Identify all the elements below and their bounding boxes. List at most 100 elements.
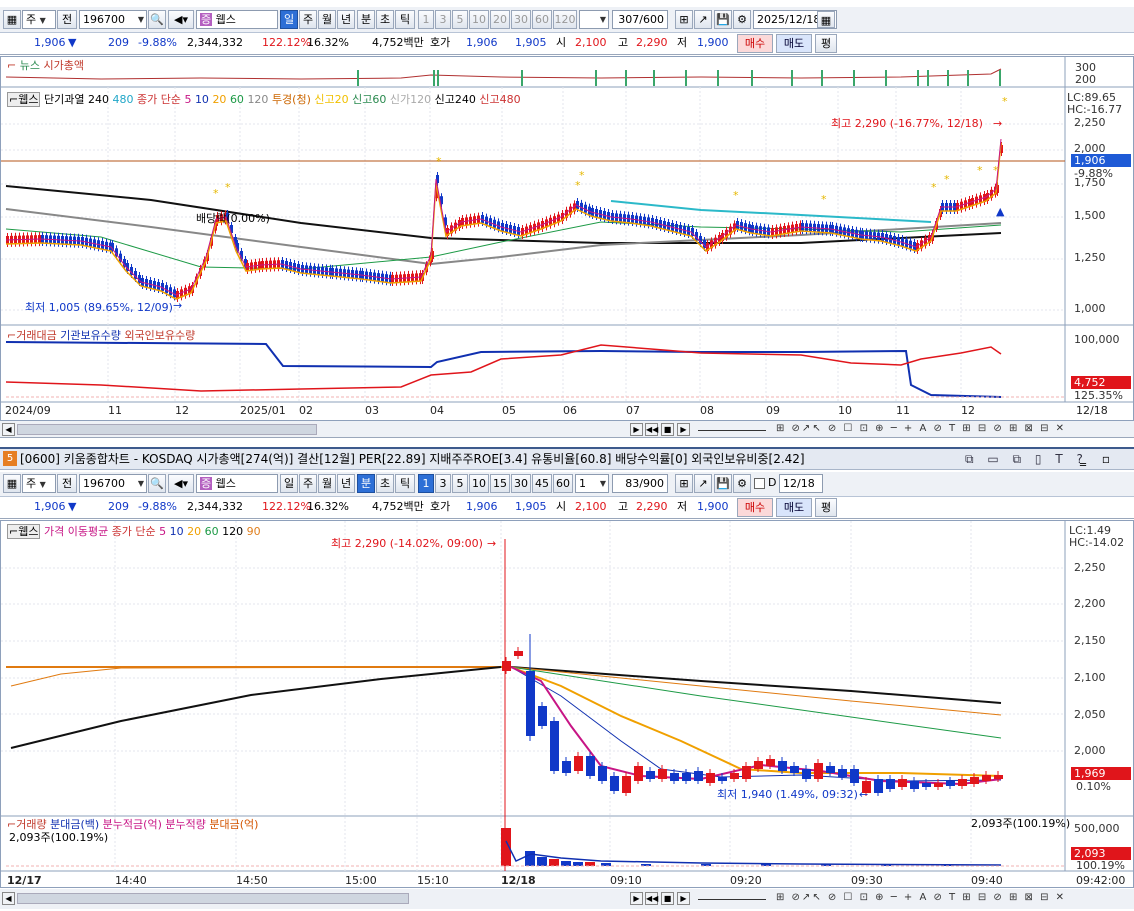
news-bar	[967, 70, 969, 86]
unit-select[interactable]: 1 ▼	[575, 474, 609, 493]
top-scrollbar[interactable]	[17, 424, 317, 435]
bottom-scrollbar[interactable]	[17, 893, 409, 904]
window-controls-icon[interactable]: ⧉ ▭ ⧉ ▯ T ?	[965, 449, 1088, 469]
interval-5-button[interactable]: 5	[452, 474, 468, 493]
gear-icon[interactable]: ⚙	[733, 474, 751, 493]
market-type-select[interactable]: 주 ▼	[22, 474, 56, 493]
down-arrow-icon: ▼	[68, 500, 77, 513]
stock-code-input[interactable]: 196700 ▼	[79, 474, 147, 493]
period-year-button[interactable]: 년	[337, 10, 355, 29]
d-checkbox[interactable]	[754, 478, 765, 489]
x-label: 04	[430, 404, 444, 417]
period-second-button[interactable]: 초	[376, 10, 394, 29]
gear-icon[interactable]: ⚙	[733, 10, 751, 29]
interval-3-button[interactable]: 3	[435, 474, 451, 493]
drawing-tools-icon[interactable]: ⊞ ⊘↗↖ ⊘ ☐ ⊡ ⊕ ─ + A ⊘ T ⊞ ⊟ ⊘ ⊞ ⊠ ⊟ ✕	[776, 892, 1132, 905]
sub-y-tick: 500,000	[1074, 822, 1120, 835]
stock-code-input[interactable]: 196700 ▼	[79, 10, 147, 29]
x-label: 12/17	[7, 874, 42, 887]
trend-icon[interactable]: ↗	[694, 10, 712, 29]
x-label: 11	[896, 404, 910, 417]
stock-name-field[interactable]: 증 웹스	[196, 10, 278, 29]
interval-3-button[interactable]: 3	[435, 10, 451, 29]
x-label: 09	[766, 404, 780, 417]
ma-120-prev	[10, 666, 502, 687]
interval-1-button[interactable]: 1	[418, 10, 434, 29]
y-tick: 2,250	[1074, 116, 1106, 129]
period-minute-button[interactable]: 분	[357, 10, 375, 29]
first-icon[interactable]: ◀◀	[645, 892, 658, 905]
high-label: 고	[618, 36, 629, 49]
drawing-tools-icon[interactable]: ⊞ ⊘↗↖ ⊘ ☐ ⊡ ⊕ ─ + A ⊘ T ⊞ ⊟ ⊘ ⊞ ⊠ ⊟ ✕	[776, 423, 1132, 436]
period-year-button[interactable]: 년	[337, 474, 355, 493]
bars-icon[interactable]: ⊞	[675, 474, 693, 493]
interval-5-button[interactable]: 5	[452, 10, 468, 29]
sell-button[interactable]: 매도	[776, 34, 812, 53]
jeon-button[interactable]: 전	[57, 474, 77, 493]
data-count-field[interactable]: 307/600	[612, 10, 668, 29]
change-rate: -9.88%	[138, 500, 177, 513]
period-day-button[interactable]: 일	[280, 10, 298, 29]
dividend-annotation: 배당락(0.00%)	[196, 212, 270, 225]
speaker-icon[interactable]: ◀▾	[168, 10, 194, 29]
custom-interval-select[interactable]: ▼	[579, 10, 609, 29]
volume-ratio: 122.12%	[262, 36, 311, 49]
sell-button[interactable]: 매도	[776, 498, 812, 517]
interval-45-button[interactable]: 45	[532, 474, 552, 493]
top-chart-area[interactable]: * * * * * * * * * * * * → → ▲ ⌐ 뉴스 시가총액 300 200 ⌐웹스 단기…	[0, 56, 1134, 421]
period-week-button[interactable]: 주	[299, 474, 317, 493]
interval-30-button[interactable]: 30	[511, 474, 531, 493]
search-icon[interactable]: 🔍	[148, 474, 166, 493]
interval-1-button[interactable]: 1	[418, 474, 434, 493]
trend-icon[interactable]: ↗	[694, 474, 712, 493]
calendar-icon[interactable]: ▦	[817, 11, 835, 28]
scroll-right-icon[interactable]: ▶	[630, 423, 643, 436]
save-icon[interactable]: 💾	[714, 10, 732, 29]
stock-name-field[interactable]: 증 웹스	[196, 474, 278, 493]
interval-10-button[interactable]: 10	[469, 10, 489, 29]
jeon-button[interactable]: 전	[57, 10, 77, 29]
buy-button[interactable]: 매수	[737, 34, 773, 53]
period-month-button[interactable]: 월	[318, 474, 336, 493]
eval-button[interactable]: 평	[815, 498, 837, 517]
interval-20-button[interactable]: 20	[490, 10, 510, 29]
period-tick-button[interactable]: 틱	[395, 474, 415, 493]
scroll-left-icon[interactable]: ◀	[2, 423, 15, 436]
buy-button[interactable]: 매수	[737, 498, 773, 517]
period-second-button[interactable]: 초	[376, 474, 394, 493]
interval-30-button[interactable]: 30	[511, 10, 531, 29]
date-field[interactable]: 12/18	[779, 474, 823, 493]
period-minute-button[interactable]: 분	[357, 474, 375, 493]
stop-icon[interactable]: ■	[661, 423, 674, 436]
eval-button[interactable]: 평	[815, 34, 837, 53]
interval-120-button[interactable]: 120	[553, 10, 577, 29]
scroll-left-icon[interactable]: ◀	[2, 892, 15, 905]
layout-icon[interactable]: ▦	[3, 10, 21, 29]
volume: 2,344,332	[187, 500, 243, 513]
period-tick-button[interactable]: 틱	[395, 10, 415, 29]
layout-icon[interactable]: ▦	[3, 474, 21, 493]
search-icon[interactable]: 🔍	[148, 10, 166, 29]
period-week-button[interactable]: 주	[299, 10, 317, 29]
interval-60-button[interactable]: 60	[532, 10, 552, 29]
interval-60-button[interactable]: 60	[553, 474, 573, 493]
arrow-icon: →	[993, 117, 1002, 130]
play-icon[interactable]: ▶	[677, 423, 690, 436]
first-icon[interactable]: ◀◀	[645, 423, 658, 436]
scroll-right-icon[interactable]: ▶	[630, 892, 643, 905]
period-month-button[interactable]: 월	[318, 10, 336, 29]
speaker-icon[interactable]: ◀▾	[168, 474, 194, 493]
bars-icon[interactable]: ⊞	[675, 10, 693, 29]
data-count-field[interactable]: 83/900	[612, 474, 668, 493]
interval-10-button[interactable]: 10	[469, 474, 489, 493]
save-icon[interactable]: 💾	[714, 474, 732, 493]
interval-15-button[interactable]: 15	[490, 474, 510, 493]
zoom-slider[interactable]	[698, 897, 766, 900]
top-scroll-row: ◀ ▶ ◀◀ ■ ▶ ⊞ ⊘↗↖ ⊘ ☐ ⊡ ⊕ ─ + A ⊘ T ⊞ ⊟ ⊘…	[0, 421, 1134, 438]
bottom-chart-area[interactable]: → ← ⌐웹스 가격 이동평균 종가 단순 5 10 20 60 120 90 L…	[0, 520, 1134, 888]
play-icon[interactable]: ▶	[677, 892, 690, 905]
market-type-select[interactable]: 주 ▼	[22, 10, 56, 29]
period-day-button[interactable]: 일	[280, 474, 298, 493]
stop-icon[interactable]: ■	[661, 892, 674, 905]
zoom-slider[interactable]	[698, 428, 766, 431]
